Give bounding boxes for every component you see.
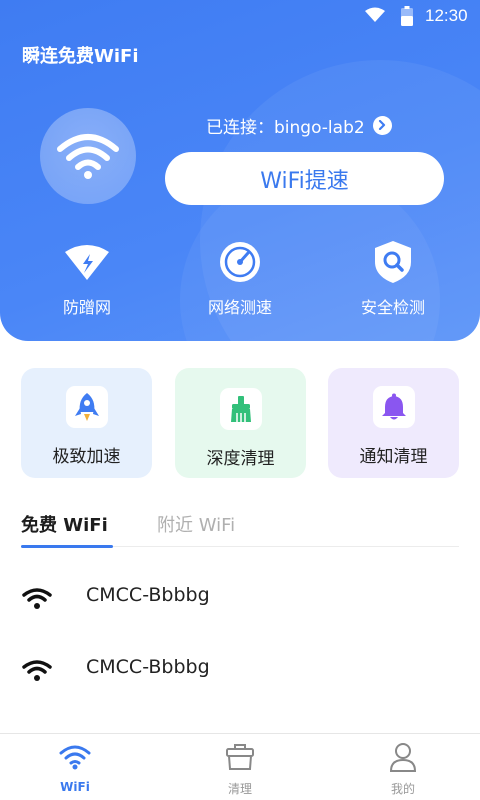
wifi-signal-icon [22, 588, 52, 614]
nav-wifi[interactable]: WiFi [25, 742, 125, 794]
battery-icon [401, 6, 413, 30]
list-item[interactable]: CMCC-Bbbbg [0, 568, 480, 628]
speedometer-icon [215, 240, 265, 284]
card-notification-clean[interactable]: 通知清理 [328, 368, 459, 478]
status-time: 12:30 [425, 6, 468, 25]
rocket-icon [65, 386, 108, 428]
nav-label: 我的 [390, 782, 415, 796]
wifi-tabs: 免费 WiFi 附近 WiFi [21, 507, 459, 549]
tool-label: 安全检测 [360, 298, 425, 317]
tool-label: 防蹭网 [62, 298, 111, 317]
nav-label: WiFi [60, 780, 90, 794]
wifi-large-icon [57, 134, 119, 179]
wifi-status-circle[interactable] [40, 108, 136, 204]
connected-network[interactable]: 已连接：bingo-lab2 [206, 113, 392, 138]
chevron-right-icon[interactable] [372, 115, 392, 135]
network-name: CMCC-Bbbbg [86, 584, 210, 606]
tool-security-check[interactable]: 安全检测 [333, 240, 453, 318]
wifi-boost-button[interactable]: WiFi提速 [165, 152, 444, 205]
card-label: 深度清理 [206, 449, 275, 469]
network-name: CMCC-Bbbbg [86, 656, 210, 678]
nav-label: 清理 [227, 782, 252, 796]
app-title: 瞬连免费WiFi [22, 46, 139, 67]
shield-wifi-icon [62, 240, 112, 284]
wifi-signal-icon [22, 660, 52, 686]
clean-bag-icon [190, 742, 290, 772]
card-label: 通知清理 [359, 447, 428, 467]
broom-icon [219, 388, 262, 430]
status-wifi-icon [365, 7, 385, 27]
tool-speed-test[interactable]: 网络测速 [180, 240, 300, 318]
tab-free-wifi[interactable]: 免费 WiFi [21, 511, 108, 537]
user-icon [353, 742, 453, 772]
wifi-icon [25, 742, 125, 772]
wifi-status-inner [40, 108, 136, 204]
hero-panel: 12:30 瞬连免费WiFi 已连接：bingo-lab2 WiFi提速 防蹭网 [0, 0, 480, 341]
card-deep-clean[interactable]: 深度清理 [175, 368, 306, 478]
tab-nearby-wifi[interactable]: 附近 WiFi [157, 511, 235, 537]
nav-clean[interactable]: 清理 [190, 742, 290, 797]
bottom-navigation: WiFi 清理 我的 [0, 733, 480, 800]
card-label: 极致加速 [52, 447, 121, 467]
card-ultimate-speed[interactable]: 极致加速 [21, 368, 152, 478]
security-scan-icon [368, 240, 418, 284]
tool-label: 网络测速 [207, 298, 272, 317]
nav-mine[interactable]: 我的 [353, 742, 453, 797]
tool-anti-leech[interactable]: 防蹭网 [27, 240, 147, 318]
list-item[interactable]: CMCC-Bbbbg [0, 640, 480, 700]
bell-icon [372, 386, 415, 428]
connected-label: 已连接：bingo-lab2 [206, 117, 365, 138]
tab-active-indicator [21, 545, 113, 548]
status-bar: 12:30 [0, 0, 480, 32]
